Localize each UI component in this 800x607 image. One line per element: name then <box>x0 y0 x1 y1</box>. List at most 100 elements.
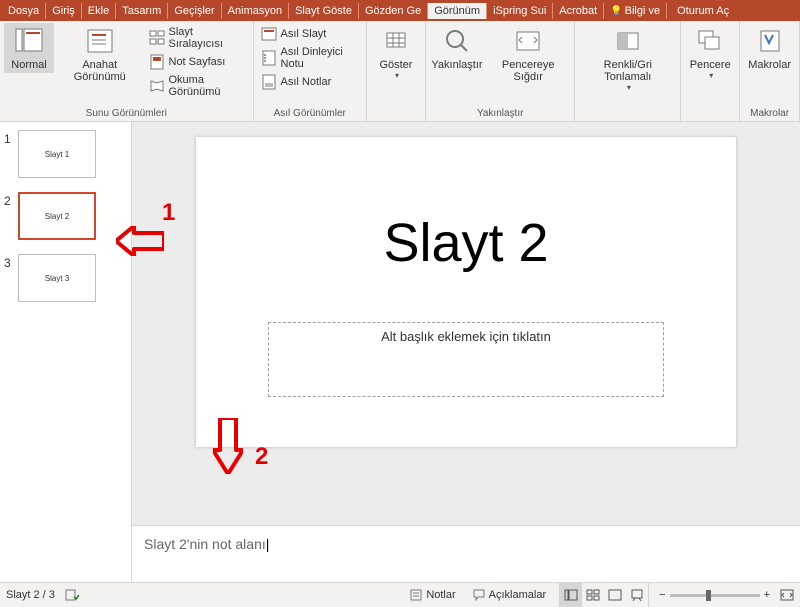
slide-thumbnail-3[interactable]: Slayt 3 <box>18 254 96 302</box>
tab-slideshow[interactable]: Slayt Göste <box>289 3 359 19</box>
zoom-label: Yakınlaştır <box>431 59 482 71</box>
group-color: Renkli/Gri Tonlamalı <box>575 21 681 121</box>
view-mode-buttons <box>559 583 649 607</box>
group-zoom-label: Yakınlaştır <box>430 106 570 121</box>
notes-page-label: Not Sayfası <box>169 56 226 68</box>
group-macros: Makrolar Makrolar <box>740 21 800 121</box>
slide-thumbnail-2[interactable]: Slayt 2 <box>18 192 96 240</box>
tab-file[interactable]: Dosya <box>2 3 46 19</box>
fit-window-icon <box>512 25 544 57</box>
notes-toggle-button[interactable]: Notlar <box>406 588 458 602</box>
notes-pane[interactable]: Slayt 2'nin not alanı <box>132 525 800 582</box>
sign-in[interactable]: Oturum Aç <box>671 3 735 19</box>
group-presentation-views: Normal Anahat Görünümü Slayt Sıralayıcıs… <box>0 21 254 121</box>
zoom-slider[interactable] <box>670 594 760 597</box>
view-sorter-icon[interactable] <box>582 583 604 607</box>
window-button[interactable]: Pencere <box>685 23 735 82</box>
window-icon <box>694 25 726 57</box>
handout-master-button[interactable]: Asıl Dinleyici Notu <box>258 45 362 71</box>
status-bar: Slayt 2 / 3 Notlar Açıklamalar − + <box>0 582 800 607</box>
workspace: 1 Slayt 1 2 Slayt 2 3 Slayt 3 Slayt 2 Al… <box>0 122 800 582</box>
notes-page-icon <box>149 54 165 70</box>
zoom-button[interactable]: Yakınlaştır <box>430 23 484 73</box>
normal-view-icon <box>13 25 45 57</box>
reading-view-icon <box>149 78 165 94</box>
reading-view-label: Okuma Görünümü <box>169 74 246 98</box>
show-icon <box>380 25 412 57</box>
color-grayscale-label: Renkli/Gri Tonlamalı <box>583 59 672 83</box>
handout-master-icon <box>261 50 277 66</box>
comments-label: Açıklamalar <box>489 589 546 601</box>
slide-master-icon <box>261 26 277 42</box>
tell-me[interactable]: Bilgi ve <box>604 3 667 19</box>
notes-toggle-icon <box>409 588 423 602</box>
tab-acrobat[interactable]: Acrobat <box>553 3 604 19</box>
notes-master-button[interactable]: Asıl Notlar <box>258 73 362 91</box>
view-slideshow-icon[interactable] <box>626 583 648 607</box>
notes-master-icon <box>261 74 277 90</box>
thumb-number-1: 1 <box>4 130 18 146</box>
slide-master-label: Asıl Slayt <box>281 28 327 40</box>
notes-toggle-label: Notlar <box>426 589 455 601</box>
group-color-label <box>579 117 676 121</box>
comments-icon <box>472 588 486 602</box>
reading-view-button[interactable]: Okuma Görünümü <box>146 73 249 99</box>
slide-sorter-button[interactable]: Slayt Sıralayıcısı <box>146 25 249 51</box>
group-master-views-label: Asıl Görünümler <box>258 106 362 121</box>
view-normal-icon[interactable] <box>560 583 582 607</box>
notes-text: Slayt 2'nin not alanı <box>144 536 269 552</box>
color-grayscale-icon <box>612 25 644 57</box>
color-grayscale-button[interactable]: Renkli/Gri Tonlamalı <box>579 23 676 94</box>
comments-button[interactable]: Açıklamalar <box>469 588 549 602</box>
slide-sorter-label: Slayt Sıralayıcısı <box>169 26 246 50</box>
tab-review[interactable]: Gözden Ge <box>359 3 428 19</box>
slide-editor: Slayt 2 Alt başlık eklemek için tıklatın… <box>132 122 800 582</box>
macros-label: Makrolar <box>748 59 791 71</box>
slide-thumbnail-1[interactable]: Slayt 1 <box>18 130 96 178</box>
tab-design[interactable]: Tasarım <box>116 3 168 19</box>
normal-view-button[interactable]: Normal <box>4 23 54 73</box>
slide-canvas[interactable]: Slayt 2 Alt başlık eklemek için tıklatın <box>196 137 736 447</box>
notes-master-label: Asıl Notlar <box>281 76 332 88</box>
slide-title[interactable]: Slayt 2 <box>196 212 736 274</box>
spellcheck-icon[interactable] <box>65 588 79 602</box>
tab-home[interactable]: Giriş <box>46 3 82 19</box>
slide-sorter-icon <box>149 30 165 46</box>
show-button[interactable]: Göster <box>371 23 421 82</box>
zoom-in-button[interactable]: + <box>764 589 770 601</box>
group-show: Göster <box>367 21 426 121</box>
zoom-out-button[interactable]: − <box>659 589 665 601</box>
thumb-number-3: 3 <box>4 254 18 270</box>
tab-view[interactable]: Görünüm <box>428 3 487 19</box>
group-presentation-views-label: Sunu Görünümleri <box>4 106 249 121</box>
tab-animations[interactable]: Animasyon <box>222 3 289 19</box>
slide-master-button[interactable]: Asıl Slayt <box>258 25 362 43</box>
group-show-label <box>371 117 421 121</box>
menu-tabs: Dosya Giriş Ekle Tasarım Geçişler Animas… <box>0 0 800 21</box>
outline-view-label: Anahat Görünümü <box>60 59 140 83</box>
slide-thumbnail-panel: 1 Slayt 1 2 Slayt 2 3 Slayt 3 <box>0 122 132 582</box>
normal-view-label: Normal <box>11 59 46 71</box>
macros-icon <box>754 25 786 57</box>
group-master-views: Asıl Slayt Asıl Dinleyici Notu Asıl Notl… <box>254 21 367 121</box>
fit-window-button[interactable]: Pencereye Sığdır <box>486 23 570 85</box>
tab-ispring[interactable]: iSpring Sui <box>487 3 553 19</box>
zoom-controls: − + <box>659 589 770 601</box>
outline-view-icon <box>84 25 116 57</box>
group-zoom: Yakınlaştır Pencereye Sığdır Yakınlaştır <box>426 21 575 121</box>
group-window-label <box>685 117 735 121</box>
slide-subtitle-placeholder[interactable]: Alt başlık eklemek için tıklatın <box>268 322 664 397</box>
notes-page-button[interactable]: Not Sayfası <box>146 53 249 71</box>
thumb-number-2: 2 <box>4 192 18 208</box>
fit-to-window-icon[interactable] <box>780 588 794 602</box>
macros-button[interactable]: Makrolar <box>744 23 795 73</box>
handout-master-label: Asıl Dinleyici Notu <box>281 46 359 70</box>
window-label: Pencere <box>690 59 731 71</box>
outline-view-button[interactable]: Anahat Görünümü <box>56 23 144 85</box>
show-label: Göster <box>379 59 412 71</box>
view-reading-icon[interactable] <box>604 583 626 607</box>
tab-insert[interactable]: Ekle <box>82 3 116 19</box>
group-window: Pencere <box>681 21 740 121</box>
slide-counter: Slayt 2 / 3 <box>6 589 55 601</box>
tab-transitions[interactable]: Geçişler <box>168 3 221 19</box>
